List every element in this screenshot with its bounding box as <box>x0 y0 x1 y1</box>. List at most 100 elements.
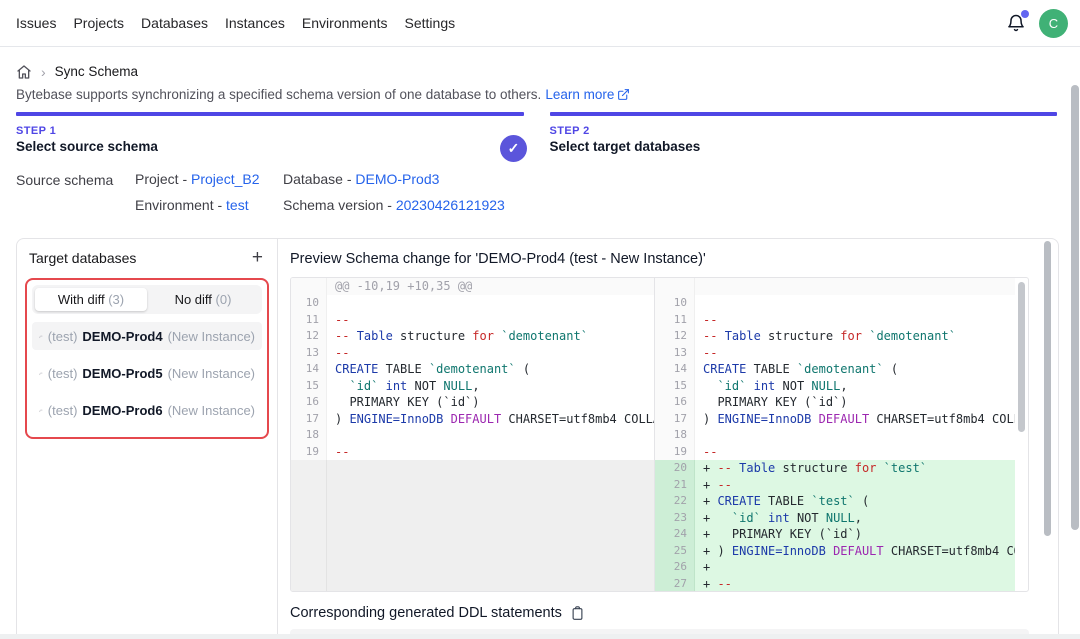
copy-icon[interactable] <box>570 605 585 621</box>
step-2-label: STEP 2 <box>550 125 1058 137</box>
ddl-statements-heading: Corresponding generated DDL statements <box>290 605 562 621</box>
step-2: STEP 2 Select target databases <box>550 112 1058 154</box>
nav-item-settings[interactable]: Settings <box>405 15 456 31</box>
target-databases-highlight-box: With diff (3) No diff (0) (test) DEMO-Pr… <box>25 278 269 439</box>
external-link-icon <box>617 88 630 101</box>
source-project-field: Project - Project_B2 <box>135 171 283 187</box>
breadcrumb-chevron-icon: › <box>41 64 46 80</box>
db-name: DEMO-Prod5 <box>82 366 162 381</box>
diff-empty-filler <box>291 460 654 591</box>
list-item-demo-prod5[interactable]: (test) DEMO-Prod5 (New Instance) <box>32 359 262 387</box>
target-databases-panel: Target databases + With diff (3) No diff… <box>17 239 278 639</box>
diff-line: 21+ -- <box>655 477 1015 494</box>
environment-link[interactable]: test <box>226 197 249 213</box>
intro-description: Bytebase supports synchronizing a specif… <box>16 87 541 102</box>
step-2-progress-bar <box>550 112 1058 116</box>
breadcrumb: › Sync Schema <box>16 61 1064 82</box>
db-suffix: (New Instance) <box>168 366 255 381</box>
step-1-label: STEP 1 <box>16 125 524 137</box>
diff-hunk-header: @@ -10,19 +10,35 @@ <box>327 278 654 295</box>
notification-bell-icon[interactable] <box>1006 13 1026 33</box>
schema-version-label: Schema version - <box>283 197 396 213</box>
target-databases-title: Target databases <box>29 250 136 266</box>
intro-text: Bytebase supports synchronizing a specif… <box>16 87 1064 102</box>
diff-line: 10 <box>291 295 654 312</box>
db-name: DEMO-Prod4 <box>82 329 162 344</box>
breadcrumb-page-title: Sync Schema <box>55 64 138 79</box>
user-avatar[interactable]: C <box>1039 9 1068 38</box>
diff-line: 17) ENGINE=InnoDB DEFAULT CHARSET=utf8mb… <box>655 411 1015 428</box>
diff-line: 10 <box>655 295 1015 312</box>
preview-title: Preview Schema change for 'DEMO-Prod4 (t… <box>290 251 1058 267</box>
notification-dot <box>1021 10 1029 18</box>
schema-diff-viewer: @@ -10,19 +10,35 @@ 1011--12-- Table str… <box>290 277 1029 592</box>
tab-no-diff[interactable]: No diff (0) <box>147 288 259 311</box>
tab-no-diff-label: No diff <box>175 292 216 307</box>
diff-line: 19-- <box>291 444 654 461</box>
step-2-title: Select target databases <box>550 139 1058 154</box>
step-1: STEP 1 Select source schema <box>16 112 524 154</box>
tab-with-diff[interactable]: With diff (3) <box>35 288 147 311</box>
mysql-dolphin-icon <box>39 367 43 380</box>
diff-line: 13-- <box>291 345 654 362</box>
db-suffix: (New Instance) <box>168 329 255 344</box>
db-env: (test) <box>48 366 78 381</box>
diff-line: 23+ `id` int NOT NULL, <box>655 510 1015 527</box>
nav-item-environments[interactable]: Environments <box>302 15 388 31</box>
list-item-demo-prod4[interactable]: (test) DEMO-Prod4 (New Instance) <box>32 322 262 350</box>
diff-line: 18 <box>291 427 654 444</box>
add-target-database-button[interactable]: + <box>252 250 263 266</box>
learn-more-link[interactable]: Learn more <box>545 87 630 102</box>
tab-with-diff-label: With diff <box>58 292 108 307</box>
diff-line: 14CREATE TABLE `demotenant` ( <box>291 361 654 378</box>
step-1-title: Select source schema <box>16 139 524 154</box>
schema-version-link[interactable]: 20230426121923 <box>396 197 505 213</box>
mysql-dolphin-icon <box>39 404 43 417</box>
diff-filter-tabs: With diff (3) No diff (0) <box>32 285 262 314</box>
source-schema-version-field: Schema version - 20230426121923 <box>283 197 505 213</box>
mysql-dolphin-icon <box>39 330 43 343</box>
nav-menu: Issues Projects Databases Instances Envi… <box>16 15 455 31</box>
db-suffix: (New Instance) <box>168 403 255 418</box>
nav-item-projects[interactable]: Projects <box>73 15 124 31</box>
diff-line: 12-- Table structure for `demotenant` <box>655 328 1015 345</box>
diff-line: 13-- <box>655 345 1015 362</box>
step-completed-check-icon: ✓ <box>500 135 527 162</box>
diff-line: 16 PRIMARY KEY (`id`) <box>655 394 1015 411</box>
nav-item-databases[interactable]: Databases <box>141 15 208 31</box>
diff-line: 11-- <box>291 312 654 329</box>
horizontal-scrollbar[interactable] <box>0 634 1080 639</box>
project-label: Project - <box>135 171 191 187</box>
diff-line: 27+ -- <box>655 576 1015 592</box>
database-link[interactable]: DEMO-Prod3 <box>355 171 439 187</box>
target-database-list: (test) DEMO-Prod4 (New Instance) (test) … <box>32 322 262 424</box>
source-schema-heading: Source schema <box>16 171 135 213</box>
list-item-demo-prod6[interactable]: (test) DEMO-Prod6 (New Instance) <box>32 396 262 424</box>
nav-item-instances[interactable]: Instances <box>225 15 285 31</box>
project-link[interactable]: Project_B2 <box>191 171 259 187</box>
nav-item-issues[interactable]: Issues <box>16 15 56 31</box>
diff-line: 20+ -- Table structure for `test` <box>655 460 1015 477</box>
environment-label: Environment - <box>135 197 226 213</box>
diff-line: 15 `id` int NOT NULL, <box>655 378 1015 395</box>
diff-pane-modified: 1011--12-- Table structure for `demotena… <box>654 278 1015 591</box>
learn-more-label: Learn more <box>545 87 614 102</box>
diff-vertical-scrollbar[interactable] <box>1018 282 1025 432</box>
diff-line: 19-- <box>655 444 1015 461</box>
diff-line: 22+ CREATE TABLE `test` ( <box>655 493 1015 510</box>
home-icon[interactable] <box>16 64 32 80</box>
database-label: Database - <box>283 171 355 187</box>
sync-schema-main-panel: Target databases + With diff (3) No diff… <box>16 238 1059 639</box>
source-database-field: Database - DEMO-Prod3 <box>283 171 505 187</box>
diff-line: 14CREATE TABLE `demotenant` ( <box>655 361 1015 378</box>
diff-line: 18 <box>655 427 1015 444</box>
source-schema-summary: Source schema Project - Project_B2 Datab… <box>16 171 1064 213</box>
top-navigation-bar: Issues Projects Databases Instances Envi… <box>0 0 1080 47</box>
panel-vertical-scrollbar[interactable] <box>1044 241 1051 536</box>
diff-pane-original: @@ -10,19 +10,35 @@ 1011--12-- Table str… <box>291 278 654 591</box>
diff-line: 17) ENGINE=InnoDB DEFAULT CHARSET=utf8mb… <box>291 411 654 428</box>
diff-line: 25+ ) ENGINE=InnoDB DEFAULT CHARSET=utf8… <box>655 543 1015 560</box>
diff-line: 11-- <box>655 312 1015 329</box>
step-1-progress-bar <box>16 112 524 116</box>
page-vertical-scrollbar[interactable] <box>1071 85 1079 530</box>
